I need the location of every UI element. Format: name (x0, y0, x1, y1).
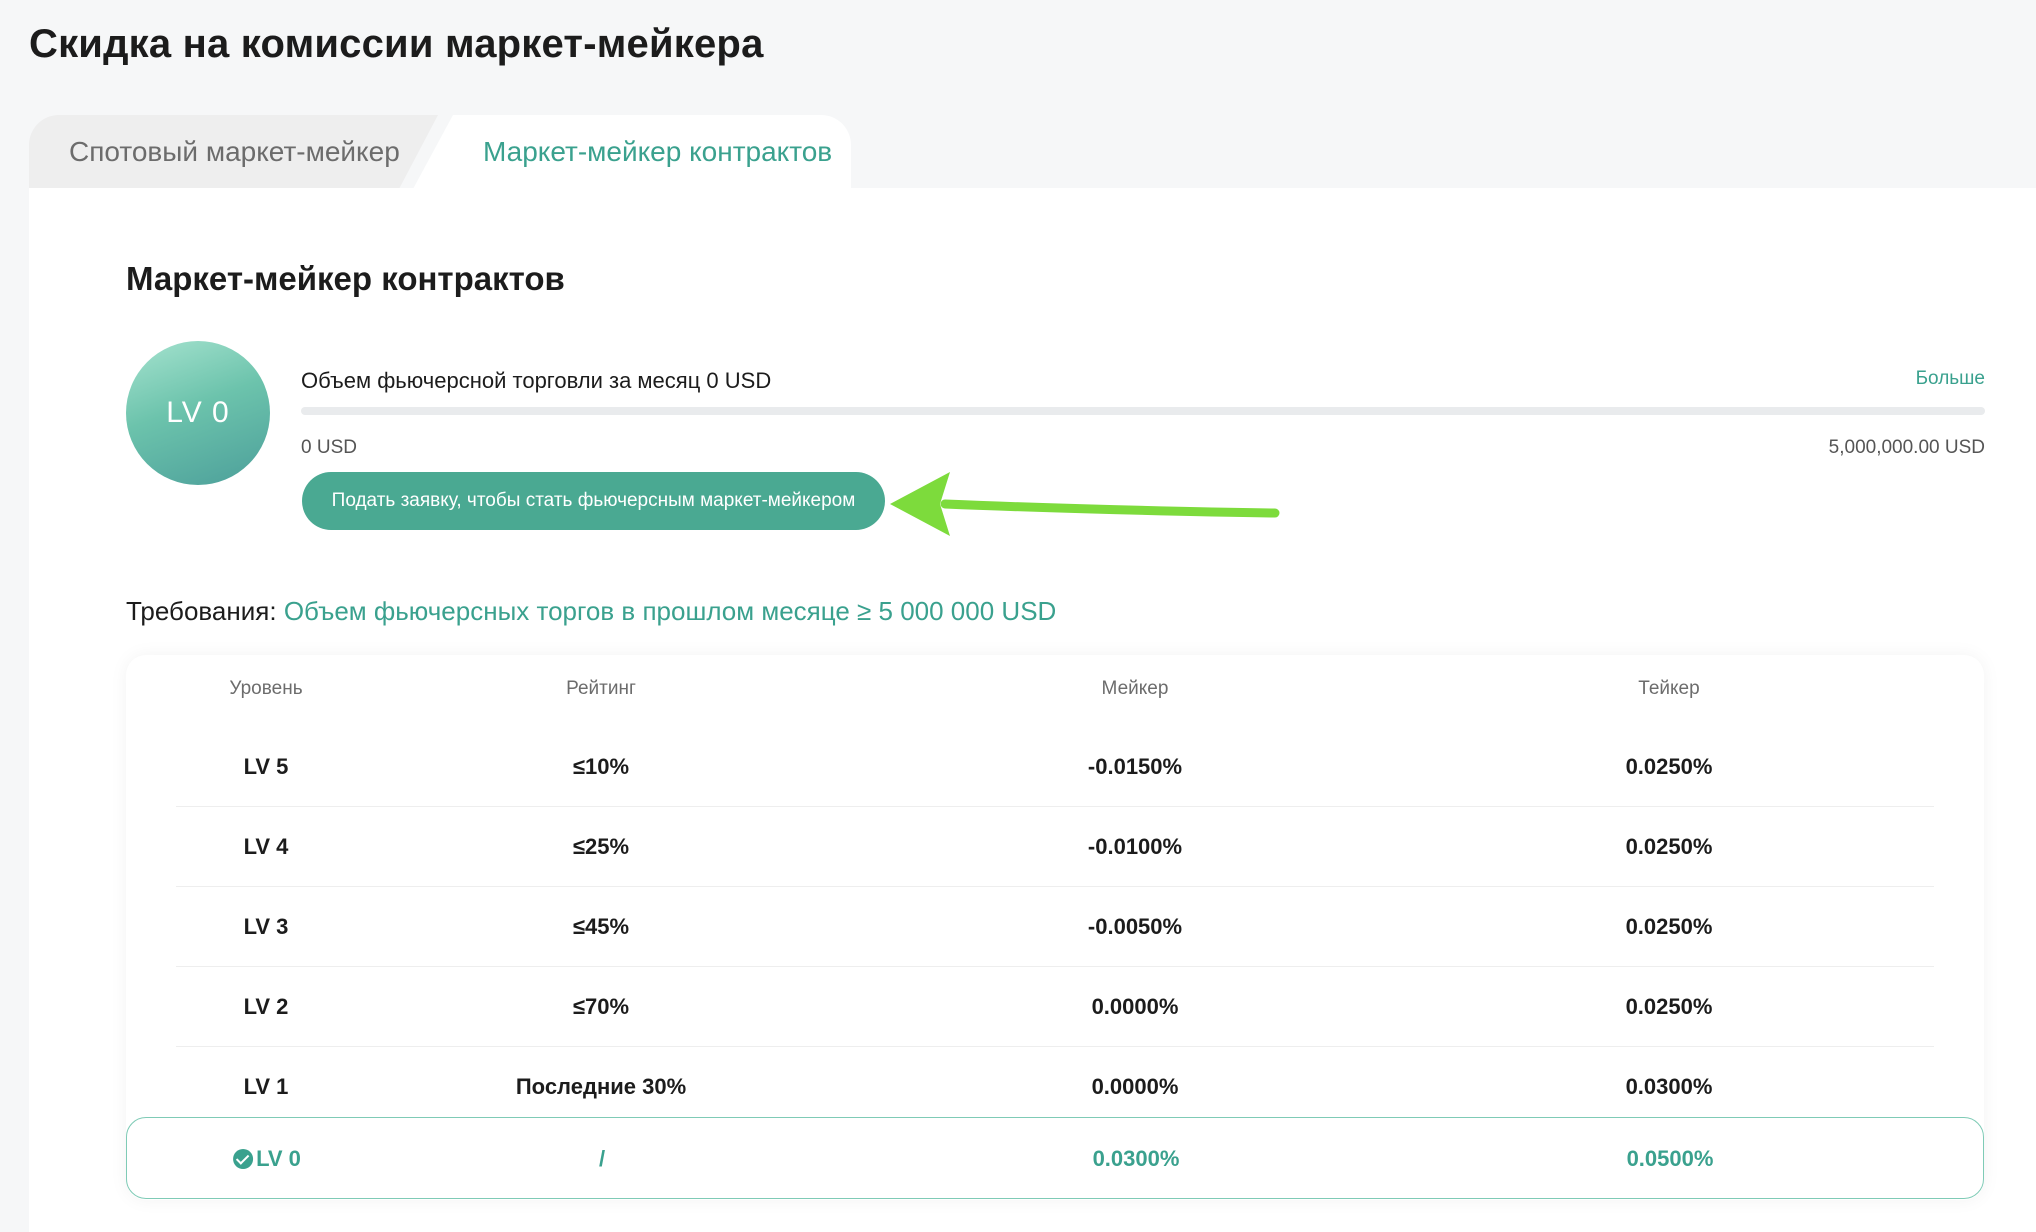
page-title: Скидка на комиссии маркет-мейкера (29, 22, 764, 66)
row-maker-fee: -0.0100% (1087, 834, 1183, 859)
section-title: Маркет-мейкер контрактов (126, 260, 565, 297)
tab-spot-market-maker[interactable]: Спотовый маркет-мейкер (29, 115, 438, 189)
table-header: Уровень Рейтинг Мейкер Тейкер (126, 655, 1984, 727)
header-taker: Тейкер (1638, 678, 1700, 699)
arrow-left-icon (890, 472, 1280, 536)
current-level-row: LV 0 / 0.0300% 0.0500% (126, 1117, 1984, 1199)
row-level: LV 4 (243, 834, 289, 859)
current-row-maker-fee: 0.0300% (1092, 1146, 1180, 1171)
check-circle-icon (233, 1149, 254, 1169)
row-level: LV 5 (243, 754, 289, 779)
row-maker-fee: 0.0000% (1091, 994, 1179, 1019)
requirements: Требования: Объем фьючерсных торгов в пр… (126, 596, 1056, 627)
apply-market-maker-button[interactable]: Подать заявку, чтобы стать фьючерсным ма… (302, 472, 885, 530)
main-panel: Маркет-мейкер контрактов LV 0 Объем фьюч… (29, 188, 2036, 1232)
row-level: LV 2 (243, 994, 289, 1019)
table-row: LV 1 Последние 30% 0.0000% 0.0300% (176, 1047, 1934, 1127)
fee-table: Уровень Рейтинг Мейкер Тейкер LV 5 ≤10% … (126, 655, 1984, 1200)
row-taker-fee: 0.0250% (1625, 914, 1713, 939)
row-maker-fee: 0.0000% (1091, 1074, 1179, 1099)
monthly-volume-label: Объем фьючерсной торговли за месяц 0 USD (301, 368, 772, 393)
progress-min-label: 0 USD (301, 437, 357, 458)
row-taker-fee: 0.0250% (1625, 754, 1713, 779)
header-maker: Мейкер (1101, 678, 1169, 699)
volume-progress-bar (301, 407, 1985, 415)
row-level: LV 3 (243, 914, 289, 939)
current-row-taker-fee: 0.0500% (1626, 1146, 1714, 1171)
row-rating: ≤25% (572, 834, 630, 859)
row-rating: ≤45% (572, 914, 630, 939)
header-level: Уровень (229, 678, 303, 699)
current-row-level: LV 0 (233, 1146, 301, 1172)
tab-contract-market-maker[interactable]: Маркет-мейкер контрактов (413, 115, 851, 189)
row-taker-fee: 0.0250% (1625, 834, 1713, 859)
row-maker-fee: -0.0150% (1087, 754, 1183, 779)
level-badge: LV 0 (126, 341, 270, 485)
table-row: LV 4 ≤25% -0.0100% 0.0250% (176, 807, 1934, 887)
table-row: LV 5 ≤10% -0.0150% 0.0250% (176, 727, 1934, 807)
row-maker-fee: -0.0050% (1087, 914, 1183, 939)
table-row: LV 3 ≤45% -0.0050% 0.0250% (176, 887, 1934, 967)
requirements-label: Требования: (126, 596, 277, 626)
progress-max-label: 5,000,000.00 USD (1828, 437, 1985, 458)
current-row-rating: / (598, 1146, 606, 1171)
row-taker-fee: 0.0250% (1625, 994, 1713, 1019)
row-taker-fee: 0.0300% (1625, 1074, 1713, 1099)
row-rating: Последние 30% (515, 1074, 687, 1099)
current-row-level-label: LV 0 (256, 1146, 301, 1171)
row-rating: ≤10% (572, 754, 630, 779)
more-link[interactable]: Больше (1916, 368, 1985, 390)
table-row: LV 2 ≤70% 0.0000% 0.0250% (176, 967, 1934, 1047)
row-rating: ≤70% (572, 994, 630, 1019)
requirements-value: Объем фьючерсных торгов в прошлом месяце… (283, 596, 1057, 626)
tab-bar: Спотовый маркет-мейкер Маркет-мейкер кон… (29, 115, 851, 189)
header-rating: Рейтинг (566, 678, 636, 699)
row-level: LV 1 (243, 1074, 289, 1099)
